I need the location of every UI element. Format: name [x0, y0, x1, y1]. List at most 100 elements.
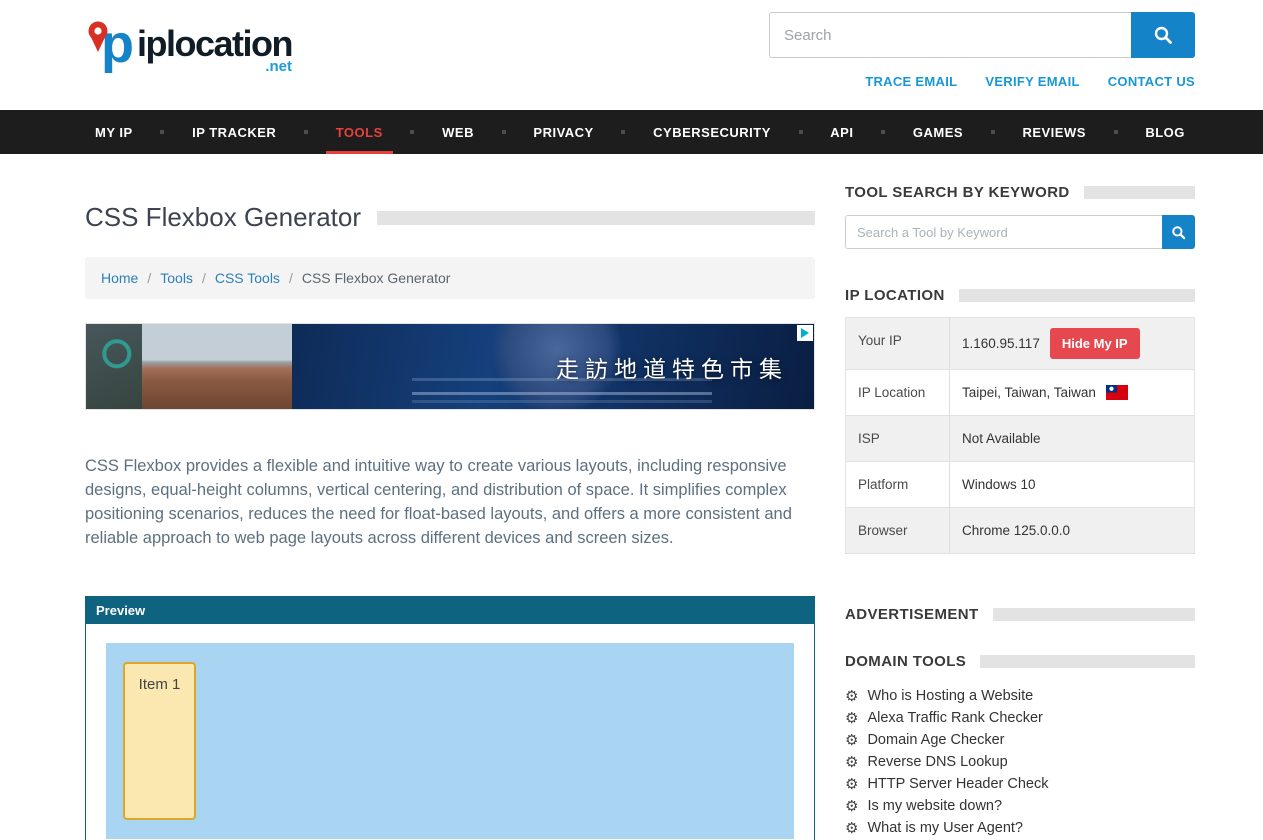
gear-icon: ⚙ — [845, 711, 858, 726]
domain-tool-link-domain-age[interactable]: ⚙ Domain Age Checker — [845, 731, 1195, 749]
list-item: ⚙ Domain Age Checker — [845, 731, 1195, 749]
ip-location-value: Taipei, Taiwan, Taiwan — [962, 385, 1096, 400]
breadcrumb-separator: / — [147, 270, 151, 286]
row-label: IP Location — [846, 370, 949, 415]
gear-icon: ⚙ — [845, 777, 858, 792]
row-label: Platform — [846, 462, 949, 507]
breadcrumb-home[interactable]: Home — [101, 270, 138, 286]
table-row: Platform Windows 10 — [845, 461, 1195, 507]
ad-photo-left — [86, 324, 142, 409]
gear-icon: ⚙ — [845, 821, 858, 836]
nav-separator — [502, 130, 506, 134]
heading-decorative-bar — [980, 655, 1195, 668]
breadcrumb-separator: / — [289, 270, 293, 286]
domain-tool-label: HTTP Server Header Check — [867, 775, 1048, 793]
nav-blog[interactable]: BLOG — [1135, 110, 1195, 154]
logo-wordmark: iplocation — [137, 26, 292, 62]
svg-text:p: p — [101, 14, 134, 74]
tool-search — [845, 215, 1195, 249]
taiwan-flag-icon — [1106, 385, 1128, 400]
row-label: Your IP — [846, 318, 949, 369]
table-row: Your IP 1.160.95.117 Hide My IP — [845, 317, 1195, 369]
nav-reviews[interactable]: REVIEWS — [1012, 110, 1095, 154]
sidebar: TOOL SEARCH BY KEYWORD IP LOCATION Your … — [845, 184, 1195, 840]
contact-us-link[interactable]: CONTACT US — [1108, 74, 1195, 89]
search-icon — [1171, 225, 1186, 240]
heading-decorative-bar — [1084, 186, 1195, 199]
nav-cybersecurity[interactable]: CYBERSECURITY — [643, 110, 781, 154]
ad-banner[interactable]: 走訪地道特色市集 — [85, 323, 815, 410]
nav-separator — [881, 130, 885, 134]
breadcrumb: Home / Tools / CSS Tools / CSS Flexbox G… — [85, 257, 815, 299]
domain-tool-label: Reverse DNS Lookup — [867, 753, 1007, 771]
ad-photo-field — [142, 324, 292, 409]
hide-my-ip-button[interactable]: Hide My IP — [1050, 328, 1140, 359]
domain-tool-link-hosting[interactable]: ⚙ Who is Hosting a Website — [845, 687, 1195, 705]
header: p iplocation .net TRAC — [0, 0, 1263, 110]
domain-tool-link-reverse-dns[interactable]: ⚙ Reverse DNS Lookup — [845, 753, 1195, 771]
heading-decorative-bar — [993, 608, 1195, 621]
nav-games[interactable]: GAMES — [903, 110, 973, 154]
advertisement-heading-row: ADVERTISEMENT — [845, 606, 1195, 623]
site-search-input[interactable] — [769, 12, 1131, 58]
domain-tool-label: Domain Age Checker — [867, 731, 1004, 749]
list-item: ⚙ HTTP Server Header Check — [845, 775, 1195, 793]
domain-tool-link-website-down[interactable]: ⚙ Is my website down? — [845, 797, 1195, 815]
ad-headline: 走訪地道特色市集 — [556, 350, 788, 384]
advertisement-heading: ADVERTISEMENT — [845, 606, 979, 623]
trace-email-link[interactable]: TRACE EMAIL — [865, 74, 957, 89]
row-label: Browser — [846, 508, 949, 553]
tool-search-heading-row: TOOL SEARCH BY KEYWORD — [845, 184, 1195, 201]
nav-privacy[interactable]: PRIVACY — [523, 110, 603, 154]
header-links: TRACE EMAIL VERIFY EMAIL CONTACT US — [865, 74, 1195, 89]
flexbox-preview-container: Item 1 — [106, 643, 794, 839]
site-search-button[interactable] — [1131, 12, 1195, 58]
nav-separator — [1114, 130, 1118, 134]
nav-separator — [799, 130, 803, 134]
table-row: Browser Chrome 125.0.0.0 — [845, 507, 1195, 553]
tool-search-input[interactable] — [845, 215, 1162, 249]
breadcrumb-tools[interactable]: Tools — [160, 270, 193, 286]
nav-tools[interactable]: TOOLS — [326, 110, 393, 154]
domain-tool-link-http-header[interactable]: ⚙ HTTP Server Header Check — [845, 775, 1195, 793]
adchoices-icon[interactable] — [797, 325, 813, 341]
page-description: CSS Flexbox provides a flexible and intu… — [85, 454, 815, 550]
domain-tool-label: Is my website down? — [867, 797, 1002, 815]
domain-tools-list: ⚙ Who is Hosting a Website ⚙ Alexa Traff… — [845, 687, 1195, 837]
logo-pin-icon: p — [85, 14, 135, 76]
logo-tld: .net — [265, 58, 292, 75]
search-icon — [1153, 25, 1173, 45]
nav-ip-tracker[interactable]: IP TRACKER — [182, 110, 286, 154]
preview-panel-header: Preview — [86, 597, 814, 624]
list-item: ⚙ Reverse DNS Lookup — [845, 753, 1195, 771]
domain-tools-heading-row: DOMAIN TOOLS — [845, 653, 1195, 670]
table-row: IP Location Taipei, Taiwan, Taiwan — [845, 369, 1195, 415]
list-item: ⚙ Alexa Traffic Rank Checker — [845, 709, 1195, 727]
verify-email-link[interactable]: VERIFY EMAIL — [985, 74, 1079, 89]
gear-icon: ⚙ — [845, 733, 858, 748]
nav-web[interactable]: WEB — [432, 110, 484, 154]
nav-my-ip[interactable]: MY IP — [85, 110, 143, 154]
site-search — [769, 12, 1195, 58]
main-layout: CSS Flexbox Generator Home / Tools / CSS… — [85, 154, 1195, 840]
nav-api[interactable]: API — [820, 110, 863, 154]
nav-separator — [160, 130, 164, 134]
domain-tool-link-user-agent[interactable]: ⚙ What is my User Agent? — [845, 819, 1195, 837]
isp-value: Not Available — [962, 431, 1041, 446]
ip-location-heading: IP LOCATION — [845, 287, 945, 304]
nav-separator — [304, 130, 308, 134]
tool-search-heading: TOOL SEARCH BY KEYWORD — [845, 184, 1070, 201]
domain-tool-label: Who is Hosting a Website — [867, 687, 1033, 705]
browser-value: Chrome 125.0.0.0 — [962, 523, 1070, 538]
list-item: ⚙ Is my website down? — [845, 797, 1195, 815]
preview-panel-body: Item 1 — [86, 624, 814, 840]
heading-decorative-bar — [959, 289, 1195, 302]
tool-search-button[interactable] — [1162, 215, 1195, 249]
breadcrumb-css-tools[interactable]: CSS Tools — [215, 270, 280, 286]
ad-photo-main: 走訪地道特色市集 — [292, 324, 814, 409]
domain-tool-link-alexa-rank[interactable]: ⚙ Alexa Traffic Rank Checker — [845, 709, 1195, 727]
nav-separator — [991, 130, 995, 134]
logo[interactable]: p iplocation .net — [85, 14, 292, 89]
preview-panel: Preview Item 1 — [85, 596, 815, 840]
page-title: CSS Flexbox Generator — [85, 202, 361, 233]
